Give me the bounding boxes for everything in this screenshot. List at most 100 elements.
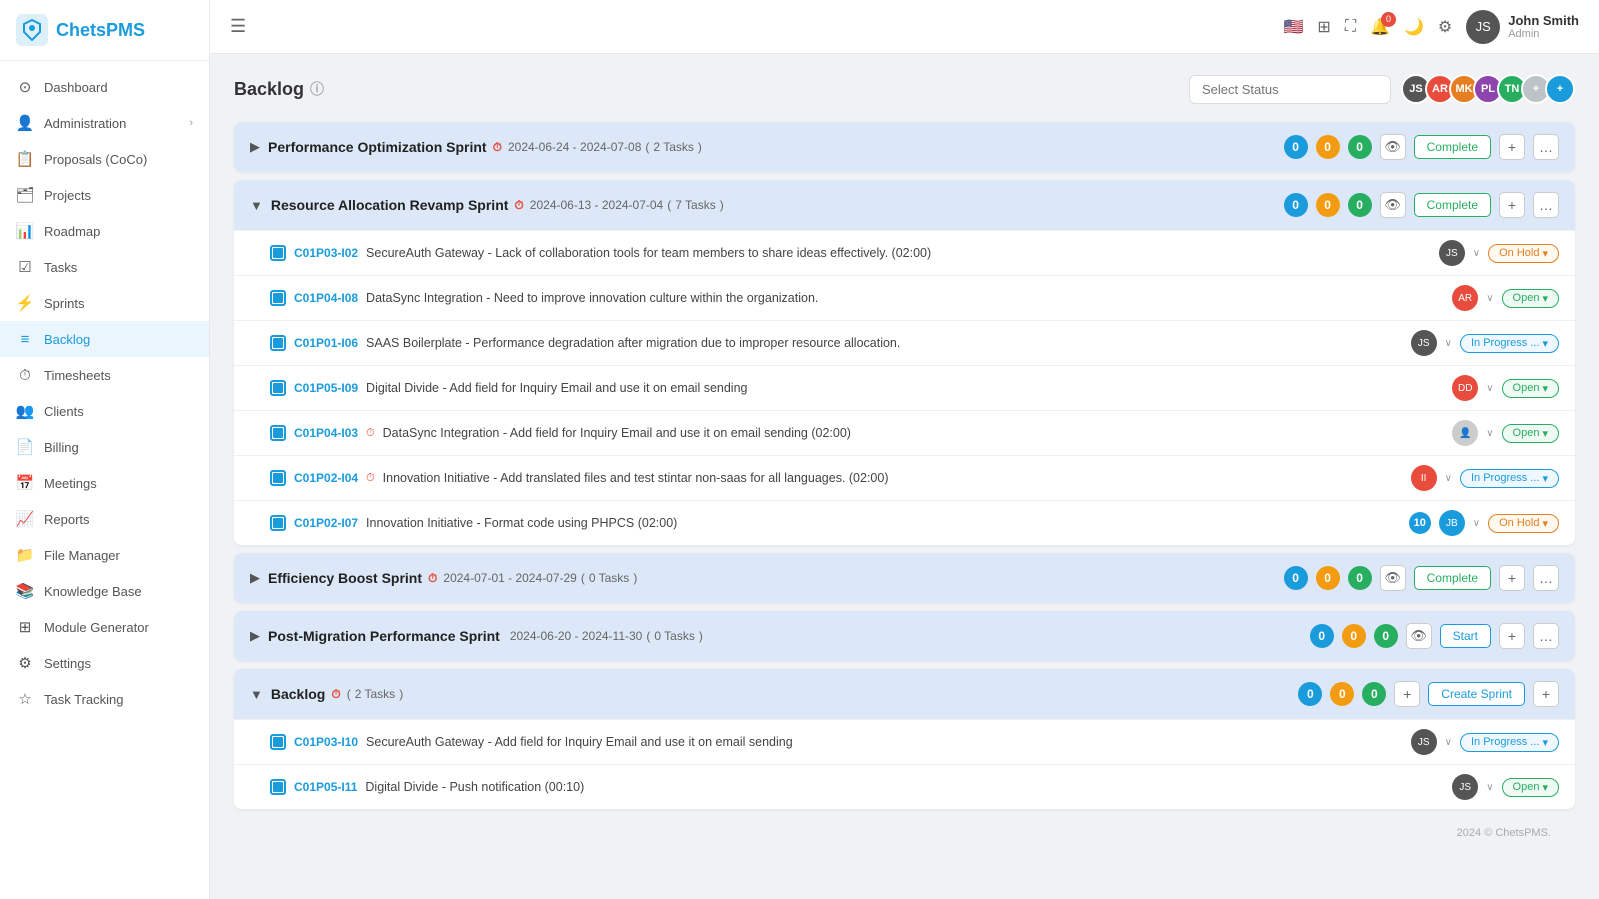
assignee-dropdown[interactable]: ∨ — [1486, 293, 1493, 304]
complete-button-1[interactable]: Complete — [1414, 135, 1491, 159]
assignee-dropdown[interactable]: ∨ — [1445, 737, 1452, 748]
task-checkbox[interactable] — [270, 734, 286, 750]
sidebar-item-settings[interactable]: ⚙ Settings — [0, 645, 209, 681]
status-badge[interactable]: Open ▾ — [1502, 379, 1559, 398]
more-options-button-2[interactable]: … — [1533, 192, 1559, 218]
task-checkbox[interactable] — [270, 425, 286, 441]
status-badge[interactable]: In Progress ... ▾ — [1460, 733, 1559, 752]
sidebar-item-meetings[interactable]: 📅 Meetings — [0, 465, 209, 501]
sidebar-item-file-manager[interactable]: 📁 File Manager — [0, 537, 209, 573]
add-item-button-bs[interactable]: + — [1394, 681, 1420, 707]
notification-icon[interactable]: 🔔 0 — [1370, 17, 1390, 37]
sidebar-item-task-tracking[interactable]: ☆ Task Tracking — [0, 681, 209, 717]
status-badge[interactable]: Open ▾ — [1502, 778, 1559, 797]
task-id[interactable]: C01P02-I07 — [294, 516, 358, 530]
add-member-button[interactable]: + — [1545, 74, 1575, 104]
status-badge[interactable]: Open ▾ — [1502, 289, 1559, 308]
task-id[interactable]: C01P04-I03 — [294, 426, 358, 440]
add-task-button-2[interactable]: + — [1499, 192, 1525, 218]
sidebar-item-proposals[interactable]: 📋 Proposals (CoCo) — [0, 141, 209, 177]
status-badge[interactable]: On Hold ▾ — [1488, 514, 1559, 533]
sidebar-item-reports[interactable]: 📈 Reports — [0, 501, 209, 537]
task-id[interactable]: C01P03-I10 — [294, 735, 358, 749]
sprint-chevron-3[interactable]: ▶ — [250, 570, 260, 586]
status-badge[interactable]: Open ▾ — [1502, 424, 1559, 443]
task-id[interactable]: C01P03-I02 — [294, 246, 358, 260]
sidebar-item-billing[interactable]: 📄 Billing — [0, 429, 209, 465]
assignee-dropdown[interactable]: ∨ — [1486, 782, 1493, 793]
sidebar-item-administration[interactable]: 👤 Administration › — [0, 105, 209, 141]
theme-icon[interactable]: 🌙 — [1404, 17, 1424, 37]
sidebar-item-sprints[interactable]: ⚡ Sprints — [0, 285, 209, 321]
status-badge[interactable]: On Hold ▾ — [1488, 244, 1559, 263]
task-checkbox[interactable] — [270, 515, 286, 531]
more-options-button-4[interactable]: … — [1533, 623, 1559, 649]
eye-button-4[interactable]: 👁 — [1406, 623, 1432, 649]
sidebar-item-dashboard[interactable]: ⊙ Dashboard — [0, 69, 209, 105]
fullscreen-icon[interactable]: ⛶ — [1345, 18, 1356, 36]
task-checkbox[interactable] — [270, 779, 286, 795]
hamburger-menu[interactable]: ☰ — [230, 16, 246, 37]
task-id[interactable]: C01P01-I06 — [294, 336, 358, 350]
add-task-button-3[interactable]: + — [1499, 565, 1525, 591]
backlog-section-header[interactable]: ▼ Backlog ⏱ (2 Tasks) 0 0 0 + Create Spr… — [234, 669, 1575, 719]
task-id[interactable]: C01P05-I11 — [294, 780, 357, 794]
add-task-button-bs[interactable]: + — [1533, 681, 1559, 707]
sidebar-item-knowledge-base[interactable]: 📚 Knowledge Base — [0, 573, 209, 609]
assignee-dropdown[interactable]: ∨ — [1473, 248, 1480, 259]
backlog-section-chevron[interactable]: ▼ — [250, 687, 263, 702]
assignee-dropdown[interactable]: ∨ — [1486, 428, 1493, 439]
task-row: C01P04-I03 ⏱ DataSync Integration - Add … — [234, 410, 1575, 455]
sidebar-item-projects[interactable]: 🗂 Projects — [0, 177, 209, 213]
sprint-header-4[interactable]: ▶ Post-Migration Performance Sprint 2024… — [234, 611, 1575, 661]
status-badge[interactable]: In Progress ... ▾ — [1460, 334, 1559, 353]
start-button-4[interactable]: Start — [1440, 624, 1491, 648]
task-id[interactable]: C01P02-I04 — [294, 471, 358, 485]
add-task-button-4[interactable]: + — [1499, 623, 1525, 649]
sprint-chevron-2[interactable]: ▼ — [250, 198, 263, 213]
sidebar-item-roadmap[interactable]: 📊 Roadmap — [0, 213, 209, 249]
sprint-name-2: Resource Allocation Revamp Sprint ⏱ 2024… — [271, 197, 1284, 213]
task-id[interactable]: C01P04-I08 — [294, 291, 358, 305]
sprint-header-2[interactable]: ▼ Resource Allocation Revamp Sprint ⏱ 20… — [234, 180, 1575, 230]
add-task-button-1[interactable]: + — [1499, 134, 1525, 160]
task-description: Digital Divide - Add field for Inquiry E… — [366, 381, 1444, 395]
sidebar-item-module-generator[interactable]: ⊞ Module Generator — [0, 609, 209, 645]
sprint-header-3[interactable]: ▶ Efficiency Boost Sprint ⏱ 2024-07-01 -… — [234, 553, 1575, 603]
sprint-header-1[interactable]: ▶ Performance Optimization Sprint ⏱ 2024… — [234, 122, 1575, 172]
sidebar-item-timesheets[interactable]: ⏱ Timesheets — [0, 357, 209, 393]
eye-button-3[interactable]: 👁 — [1380, 565, 1406, 591]
grid-icon[interactable]: ⊞ — [1317, 17, 1330, 37]
sprint-chevron-4[interactable]: ▶ — [250, 628, 260, 644]
assignee-dropdown[interactable]: ∨ — [1486, 383, 1493, 394]
complete-button-2[interactable]: Complete — [1414, 193, 1491, 217]
status-badge[interactable]: In Progress ... ▾ — [1460, 469, 1559, 488]
eye-button-1[interactable]: 👁 — [1380, 134, 1406, 160]
task-id[interactable]: C01P05-I09 — [294, 381, 358, 395]
complete-button-3[interactable]: Complete — [1414, 566, 1491, 590]
sidebar-item-backlog[interactable]: ≡ Backlog — [0, 321, 209, 357]
settings-icon[interactable]: ⚙ — [1438, 17, 1452, 37]
info-icon[interactable]: ⓘ — [310, 79, 324, 99]
task-checkbox[interactable] — [270, 245, 286, 261]
task-checkbox[interactable] — [270, 380, 286, 396]
sidebar-item-tasks[interactable]: ☑ Tasks — [0, 249, 209, 285]
create-sprint-button[interactable]: Create Sprint — [1428, 682, 1525, 706]
count-badge-orange-4: 0 — [1342, 624, 1366, 648]
more-options-button-1[interactable]: … — [1533, 134, 1559, 160]
task-row: C01P05-I11 Digital Divide - Push notific… — [234, 764, 1575, 809]
task-checkbox[interactable] — [270, 290, 286, 306]
select-status-input[interactable] — [1189, 75, 1391, 104]
task-checkbox[interactable] — [270, 470, 286, 486]
sprint-chevron-1[interactable]: ▶ — [250, 139, 260, 155]
assignee-dropdown[interactable]: ∨ — [1473, 518, 1480, 529]
eye-button-2[interactable]: 👁 — [1380, 192, 1406, 218]
sidebar-item-clients[interactable]: 👥 Clients — [0, 393, 209, 429]
flag-icon[interactable]: 🇺🇸 — [1284, 17, 1304, 37]
sprint-name-3: Efficiency Boost Sprint ⏱ 2024-07-01 - 2… — [268, 570, 1284, 586]
assignee-dropdown[interactable]: ∨ — [1445, 473, 1452, 484]
task-checkbox[interactable] — [270, 335, 286, 351]
backlog-section-block: ▼ Backlog ⏱ (2 Tasks) 0 0 0 + Create Spr… — [234, 669, 1575, 809]
assignee-dropdown[interactable]: ∨ — [1445, 338, 1452, 349]
more-options-button-3[interactable]: … — [1533, 565, 1559, 591]
